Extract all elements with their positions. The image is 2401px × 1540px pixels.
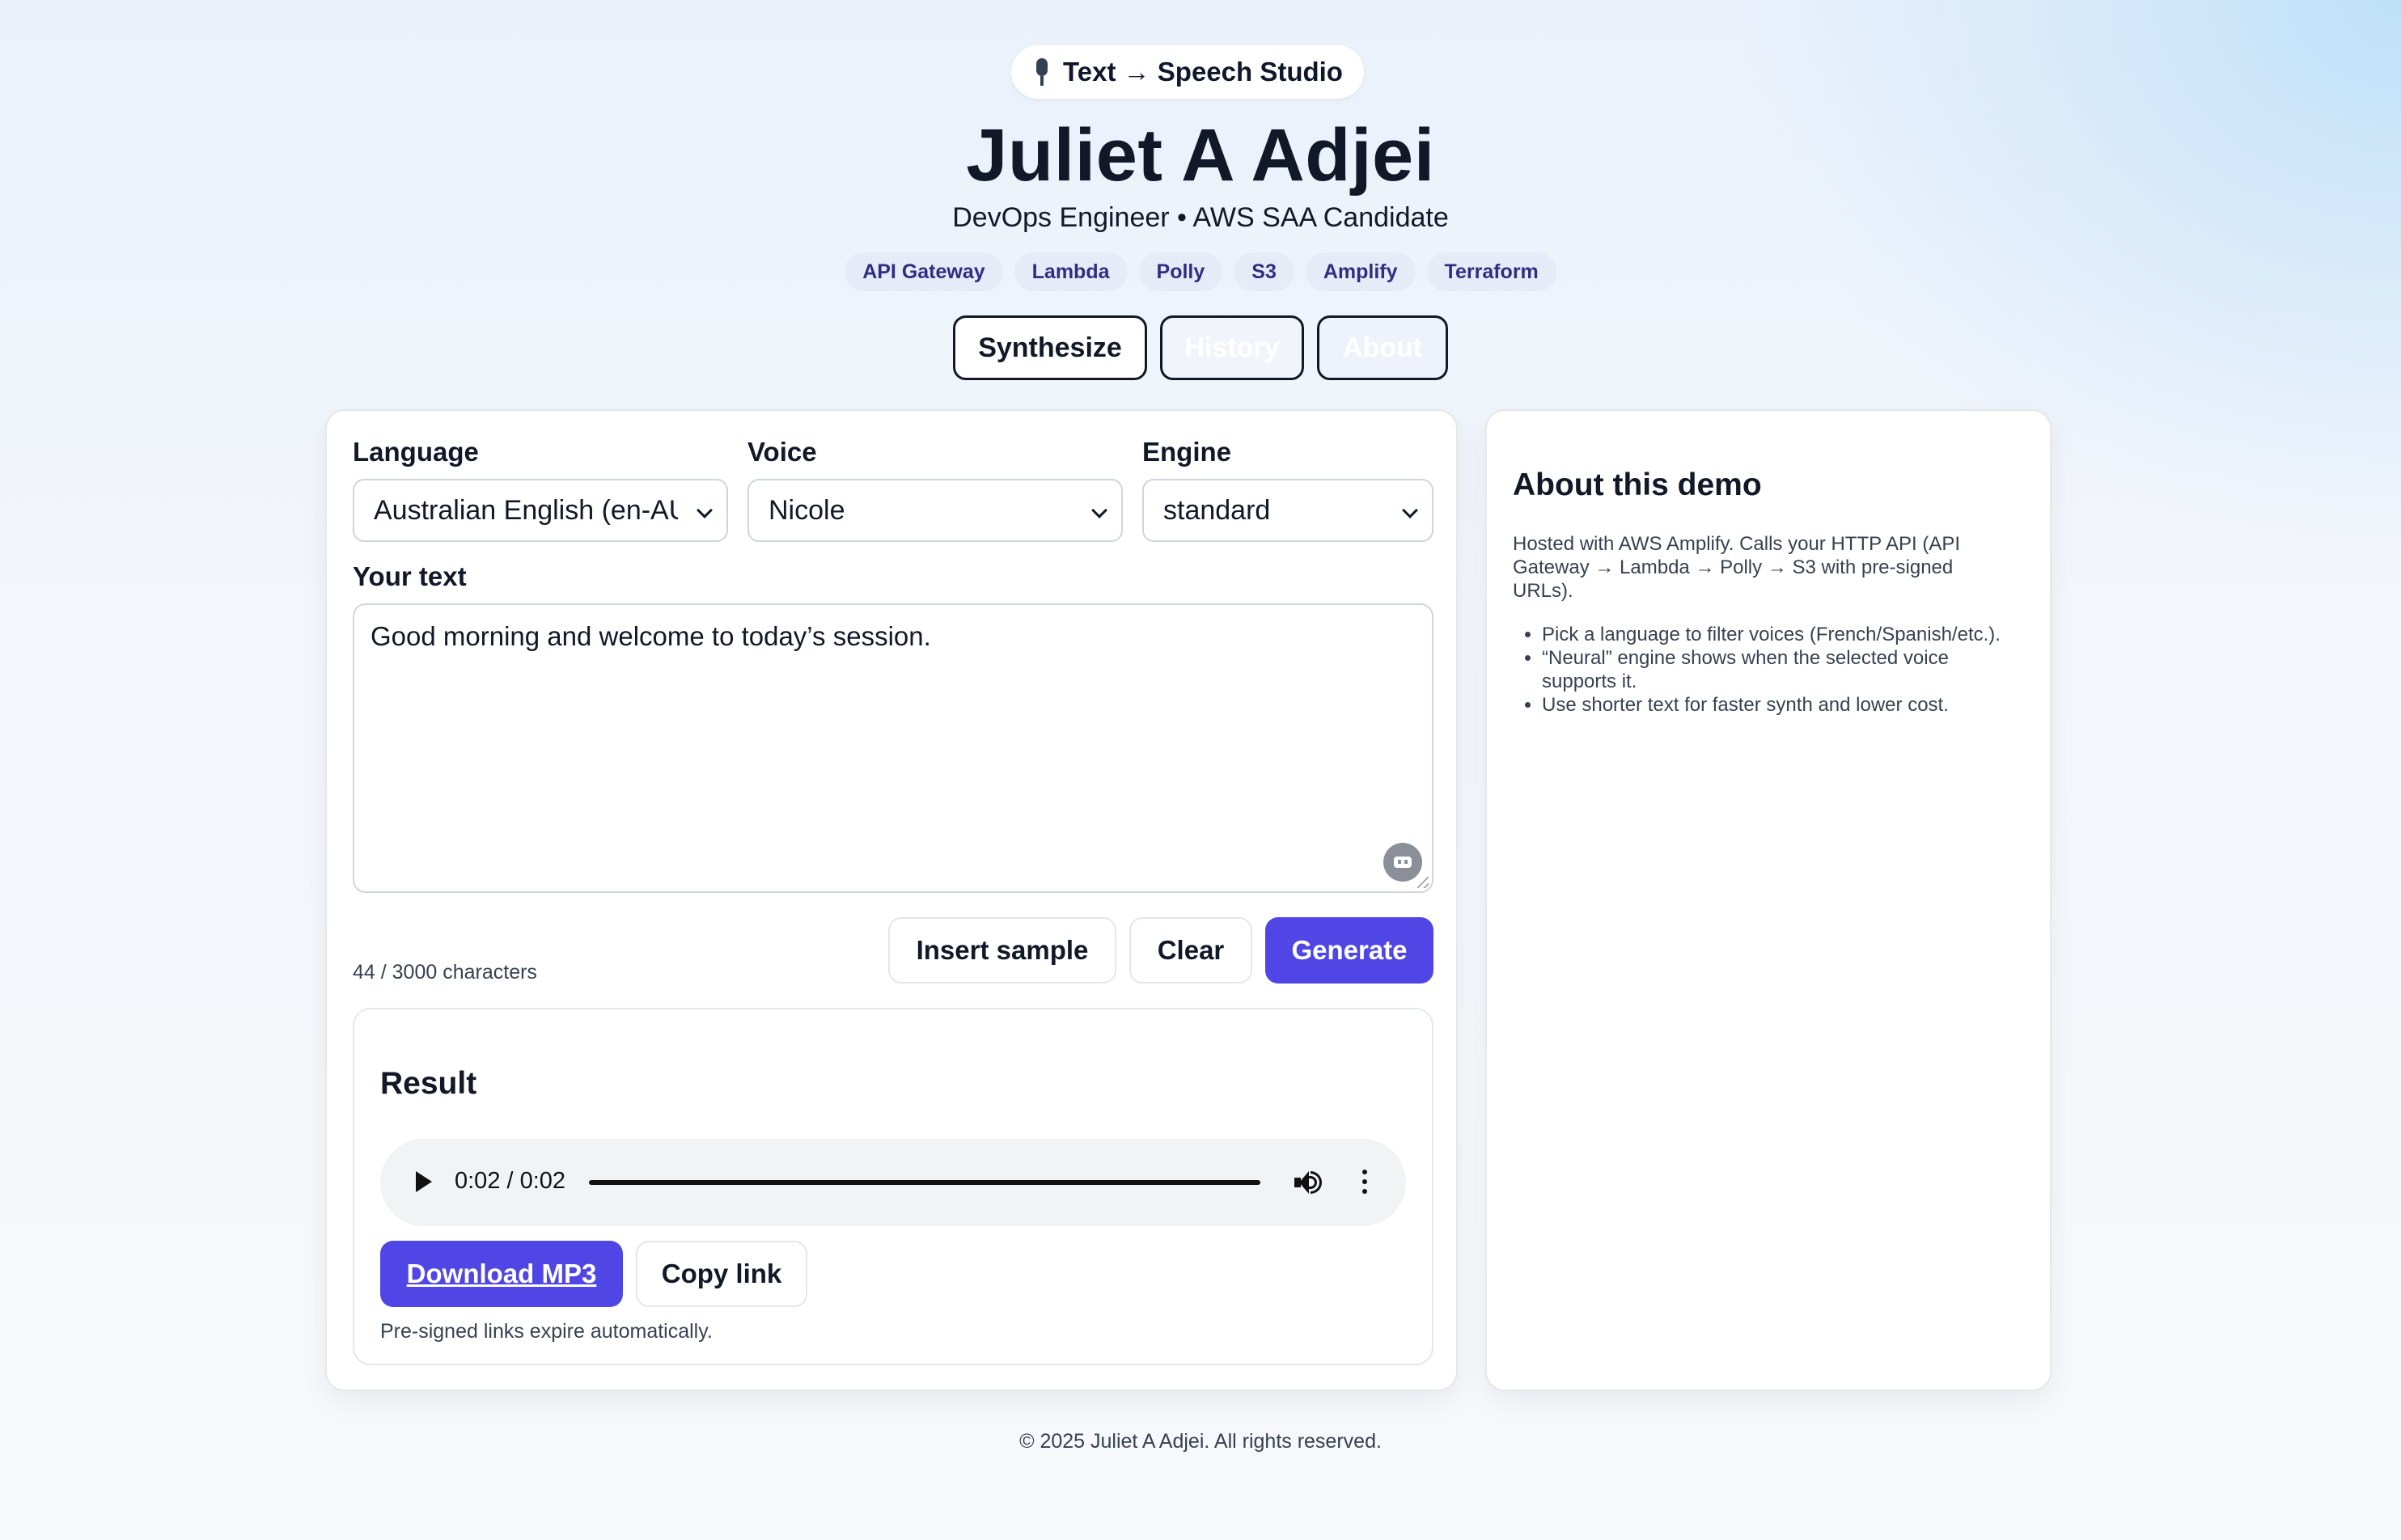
tab-bar: Synthesize History About xyxy=(0,315,2401,380)
voice-select-value: Nicole xyxy=(769,494,845,526)
microphone-icon xyxy=(1032,58,1052,86)
clear-button[interactable]: Clear xyxy=(1129,917,1252,984)
engine-select-value: standard xyxy=(1163,494,1271,526)
page-subtitle: DevOps Engineer • AWS SAA Candidate xyxy=(952,202,1449,233)
engine-label: Engine xyxy=(1142,437,1232,467)
tab-synthesize[interactable]: Synthesize xyxy=(953,315,1147,380)
copy-link-button[interactable]: Copy link xyxy=(636,1241,807,1307)
tab-about[interactable]: About xyxy=(1317,315,1448,380)
insert-sample-button[interactable]: Insert sample xyxy=(888,917,1116,984)
app-badge-label: Text → Speech Studio xyxy=(1063,57,1343,87)
character-counter: 44 / 3000 characters xyxy=(353,961,537,984)
volume-icon[interactable] xyxy=(1294,1170,1322,1195)
resize-handle[interactable] xyxy=(1417,877,1429,888)
app-badge: Text → Speech Studio xyxy=(1011,45,1364,99)
footer-copyright: © 2025 Juliet A Adjei. All rights reserv… xyxy=(1019,1430,1382,1453)
tab-history[interactable]: History xyxy=(1160,315,1304,380)
chip-polly: Polly xyxy=(1138,252,1223,291)
audio-player: 0:02 / 0:02 xyxy=(380,1139,1406,1226)
chevron-down-icon xyxy=(1091,502,1107,518)
list-item: Pick a language to filter voices (French… xyxy=(1542,623,2019,646)
chevron-down-icon xyxy=(1402,502,1418,518)
list-item: “Neural” engine shows when the selected … xyxy=(1542,646,2019,693)
text-input[interactable]: Good morning and welcome to today’s sess… xyxy=(353,603,1433,893)
result-heading: Result xyxy=(380,1066,477,1101)
text-input-value: Good morning and welcome to today’s sess… xyxy=(371,621,931,651)
assistant-bot-icon[interactable] xyxy=(1383,843,1422,882)
chip-api-gateway: API Gateway xyxy=(845,252,1003,291)
about-card: About this demo Hosted with AWS Amplify.… xyxy=(1485,409,2052,1391)
about-description: Hosted with AWS Amplify. Calls your HTTP… xyxy=(1513,533,1961,602)
chip-terraform: Terraform xyxy=(1426,252,1556,291)
language-label: Language xyxy=(353,437,479,467)
expiry-note: Pre-signed links expire automatically. xyxy=(380,1320,713,1343)
result-panel: Result 0:02 / 0:02 Download MP3 Copy lin… xyxy=(353,1008,1433,1365)
more-options-icon[interactable] xyxy=(1362,1170,1367,1195)
chip-s3: S3 xyxy=(1234,252,1294,291)
chip-amplify: Amplify xyxy=(1305,252,1416,291)
chip-lambda: Lambda xyxy=(1014,252,1128,291)
about-heading: About this demo xyxy=(1513,468,1762,502)
synthesize-card: Language Australian English (en-AU) Voic… xyxy=(325,409,1458,1391)
voice-label: Voice xyxy=(747,437,817,467)
chevron-down-icon xyxy=(697,502,713,518)
page-title: Juliet A Adjei xyxy=(966,114,1435,197)
tech-chips: API Gateway Lambda Polly S3 Amplify Terr… xyxy=(0,252,2401,291)
language-select-value: Australian English (en-AU) xyxy=(374,494,678,526)
voice-select[interactable]: Nicole xyxy=(747,479,1123,542)
about-tips-list: Pick a language to filter voices (French… xyxy=(1542,623,2019,717)
download-mp3-button[interactable]: Download MP3 xyxy=(380,1241,623,1307)
generate-button[interactable]: Generate xyxy=(1265,917,1433,984)
engine-select[interactable]: standard xyxy=(1142,479,1433,542)
language-select[interactable]: Australian English (en-AU) xyxy=(353,479,728,542)
text-label: Your text xyxy=(353,561,467,591)
play-icon[interactable] xyxy=(416,1171,432,1192)
audio-time: 0:02 / 0:02 xyxy=(455,1168,566,1194)
list-item: Use shorter text for faster synth and lo… xyxy=(1542,693,2019,717)
audio-progress-bar[interactable] xyxy=(589,1180,1260,1185)
